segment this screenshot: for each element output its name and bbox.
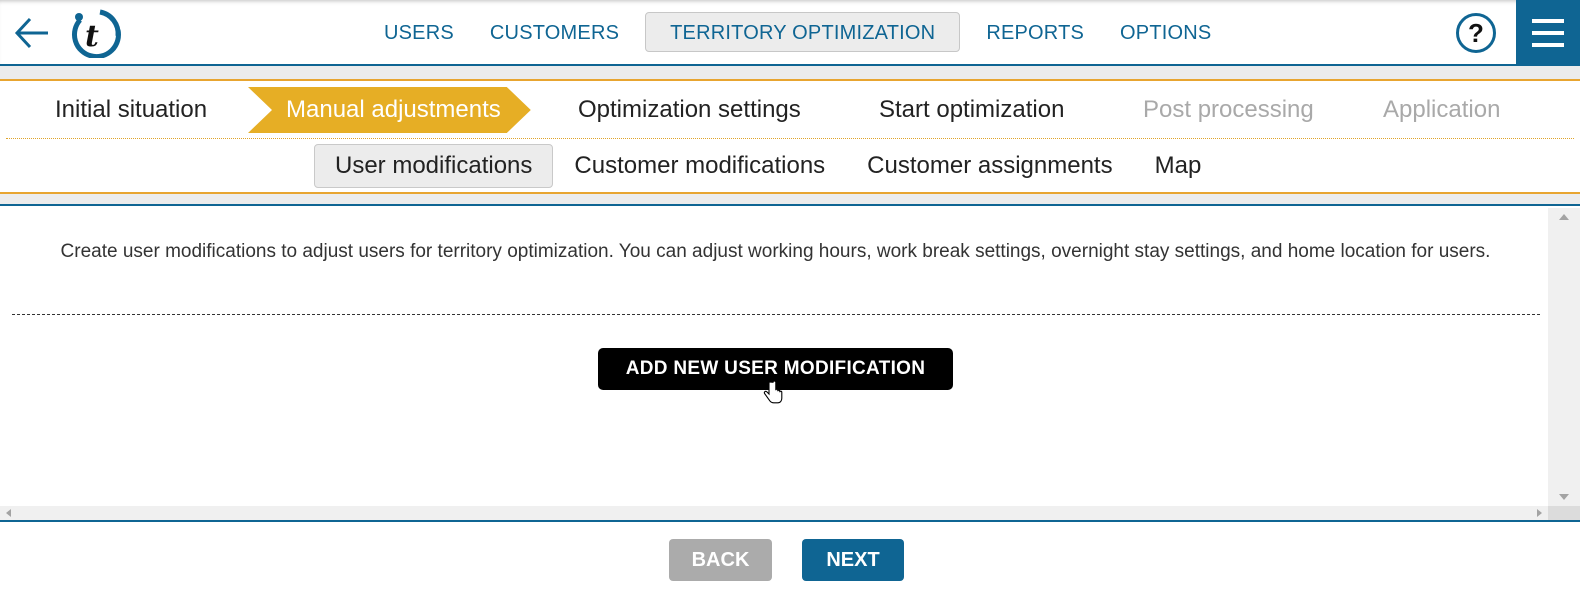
wizard-panel: Initial situation Manual adjustments Opt… (0, 79, 1580, 194)
wizard-spacer (0, 194, 1580, 206)
scroll-left-arrow-icon[interactable] (6, 509, 11, 517)
hamburger-menu-button[interactable] (1516, 0, 1580, 66)
scroll-down-arrow-icon[interactable] (1559, 494, 1569, 500)
step-optimization-settings[interactable]: Optimization settings (578, 87, 801, 133)
tab-user-modifications[interactable]: User modifications (314, 144, 554, 188)
t-logo-icon: t (71, 9, 121, 60)
step-post-processing: Post processing (1143, 96, 1314, 123)
wizard-steps: Initial situation Manual adjustments Opt… (0, 87, 1580, 133)
nav-territory-optimization[interactable]: TERRITORY OPTIMIZATION (645, 12, 961, 52)
footer-divider (0, 520, 1580, 522)
main-nav: USERS CUSTOMERS TERRITORY OPTIMIZATION R… (366, 12, 1229, 52)
scroll-right-arrow-icon[interactable] (1537, 509, 1542, 517)
content-panel: Create user modifications to adjust user… (0, 208, 1580, 520)
step-initial-situation[interactable]: Initial situation (55, 87, 207, 133)
back-arrow-button[interactable] (12, 14, 52, 52)
nav-options[interactable]: OPTIONS (1102, 12, 1229, 52)
hamburger-icon-bar (1532, 43, 1564, 47)
nav-customers[interactable]: CUSTOMERS (472, 12, 637, 52)
horizontal-scrollbar[interactable] (0, 506, 1548, 520)
hamburger-icon-bar (1532, 31, 1564, 35)
scroll-up-arrow-icon[interactable] (1559, 214, 1569, 220)
step-start-optimization[interactable]: Start optimization (879, 87, 1064, 133)
add-new-user-modification-button[interactable]: ADD NEW USER MODIFICATION (598, 348, 953, 390)
tab-customer-assignments[interactable]: Customer assignments (846, 144, 1133, 188)
app-logo[interactable]: t (70, 8, 122, 60)
help-button[interactable]: ? (1456, 13, 1496, 53)
steps-divider (6, 138, 1574, 139)
back-button[interactable]: BACK (669, 539, 772, 581)
header-spacer (0, 66, 1580, 79)
svg-text:t: t (85, 19, 99, 54)
scrollbar-corner (1548, 506, 1580, 520)
hamburger-icon-bar (1532, 19, 1564, 23)
question-mark-icon: ? (1468, 17, 1484, 48)
page-description: Create user modifications to adjust user… (60, 241, 1491, 262)
content-divider (12, 314, 1540, 315)
step-application: Application (1383, 96, 1501, 123)
tab-map[interactable]: Map (1134, 144, 1223, 188)
nav-users[interactable]: USERS (366, 12, 472, 52)
arrow-left-icon (14, 17, 48, 49)
nav-reports[interactable]: REPORTS (968, 12, 1102, 52)
tab-customer-modifications[interactable]: Customer modifications (553, 144, 846, 188)
vertical-scrollbar[interactable] (1548, 208, 1580, 506)
next-button[interactable]: NEXT (802, 539, 904, 581)
top-header: t USERS CUSTOMERS TERRITORY OPTIMIZATION… (0, 0, 1580, 66)
sub-tabs: User modifications Customer modification… (314, 144, 1222, 188)
step-manual-adjustments[interactable]: Manual adjustments (248, 87, 531, 133)
